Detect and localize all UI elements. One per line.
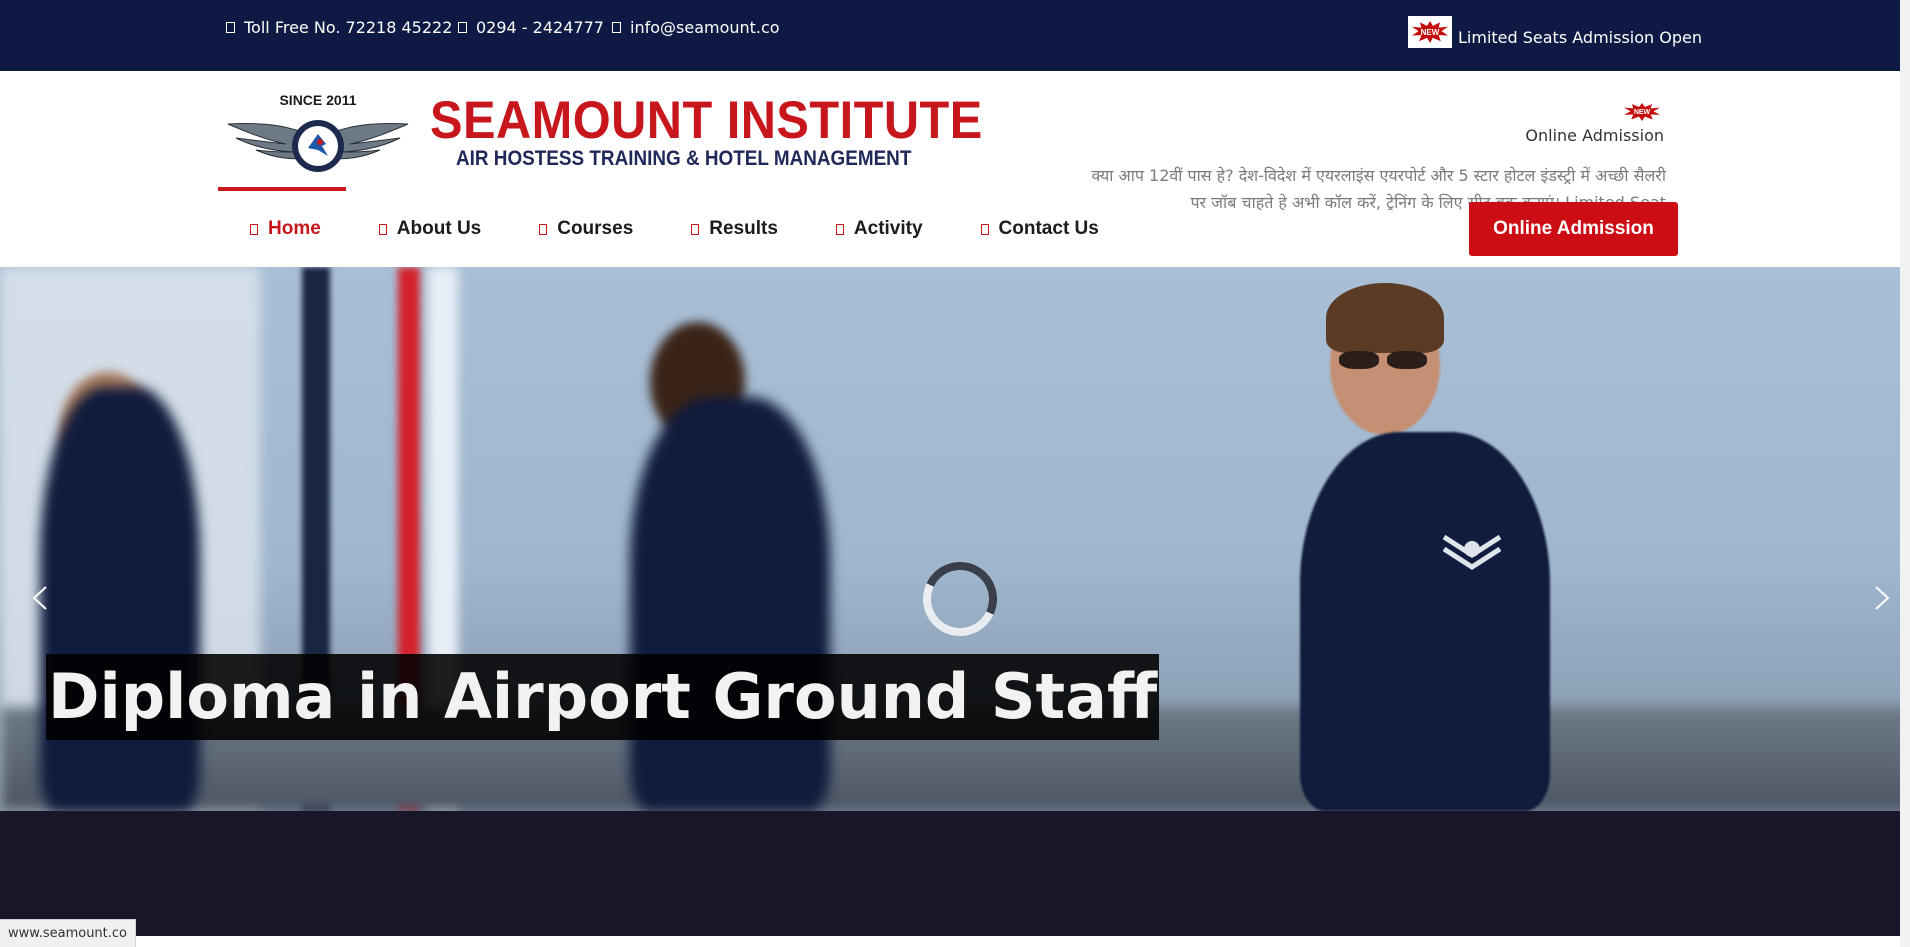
hero-slider: Diploma in Airport Ground Staff [0,267,1910,811]
brand-name: SEAMOUNT INSTITUTE [430,91,983,150]
brand-wordmark[interactable]: SEAMOUNT INSTITUTE AIR HOSTESS TRAINING … [430,93,1031,171]
trophy-icon [691,223,700,235]
new-badge: NEW [1412,21,1448,43]
email-contact[interactable]: info@seamount.co [612,18,780,37]
dark-section [0,811,1910,936]
camera-icon [835,223,844,235]
slide-caption: Diploma in Airport Ground Staff [46,654,1160,740]
loading-spinner [912,551,1008,647]
browser-status-url: www.seamount.co [0,919,136,947]
nav-item-label: Contact Us [998,218,1099,239]
nav-item-results[interactable]: Results [691,218,778,240]
main-nav: Home About Us Courses Results Activity C… [250,218,1157,240]
admission-notice[interactable]: NEW Limited Seats Admission Open [1408,16,1702,48]
book-icon [539,223,548,235]
info-icon [378,223,387,235]
nav-item-label: Courses [557,218,634,239]
nav-item-label: About Us [396,218,482,239]
email-text: info@seamount.co [630,18,780,37]
logo-emblem[interactable]: SINCE 2011 [226,90,410,174]
nav-item-label: Results [709,218,778,239]
rank-chevron-icon [1442,534,1502,570]
phone-contact[interactable]: 0294 - 2424777 [458,18,604,37]
admission-notice-text: Limited Seats Admission Open [1458,28,1702,47]
envelope-icon [612,22,621,33]
slider-prev-arrow-icon[interactable] [28,585,54,611]
nav-item-label: Home [268,218,321,239]
top-bar: Toll Free No. 72218 45222 0294 - 2424777… [0,0,1910,71]
phone-text: 0294 - 2424777 [476,18,604,37]
nav-item-contact[interactable]: Contact Us [980,218,1099,240]
nav-item-activity[interactable]: Activity [835,218,923,240]
page-scrollbar[interactable] [1900,0,1910,947]
envelope-icon [980,223,989,235]
nav-active-indicator [218,187,346,191]
phone-icon [226,22,235,33]
nav-item-about[interactable]: About Us [378,218,482,240]
tollfree-contact[interactable]: Toll Free No. 72218 45222 [226,18,452,37]
nav-item-label: Activity [853,218,923,239]
home-icon [250,223,258,235]
since-label: SINCE 2011 [279,92,357,108]
tollfree-text: Toll Free No. 72218 45222 [244,18,453,37]
brand-tagline: AIR HOSTESS TRAINING & HOTEL MANAGEMENT [456,147,912,170]
slider-next-arrow-icon[interactable] [1868,585,1894,611]
phone-icon [458,22,467,33]
online-admission-button[interactable]: Online Admission [1469,202,1678,256]
wings-icon [227,120,409,172]
nav-item-courses[interactable]: Courses [539,218,633,240]
new-badge-box: NEW [1408,16,1452,48]
online-admission-link[interactable]: Online Admission [1525,126,1664,145]
nav-item-home[interactable]: Home [250,218,321,240]
